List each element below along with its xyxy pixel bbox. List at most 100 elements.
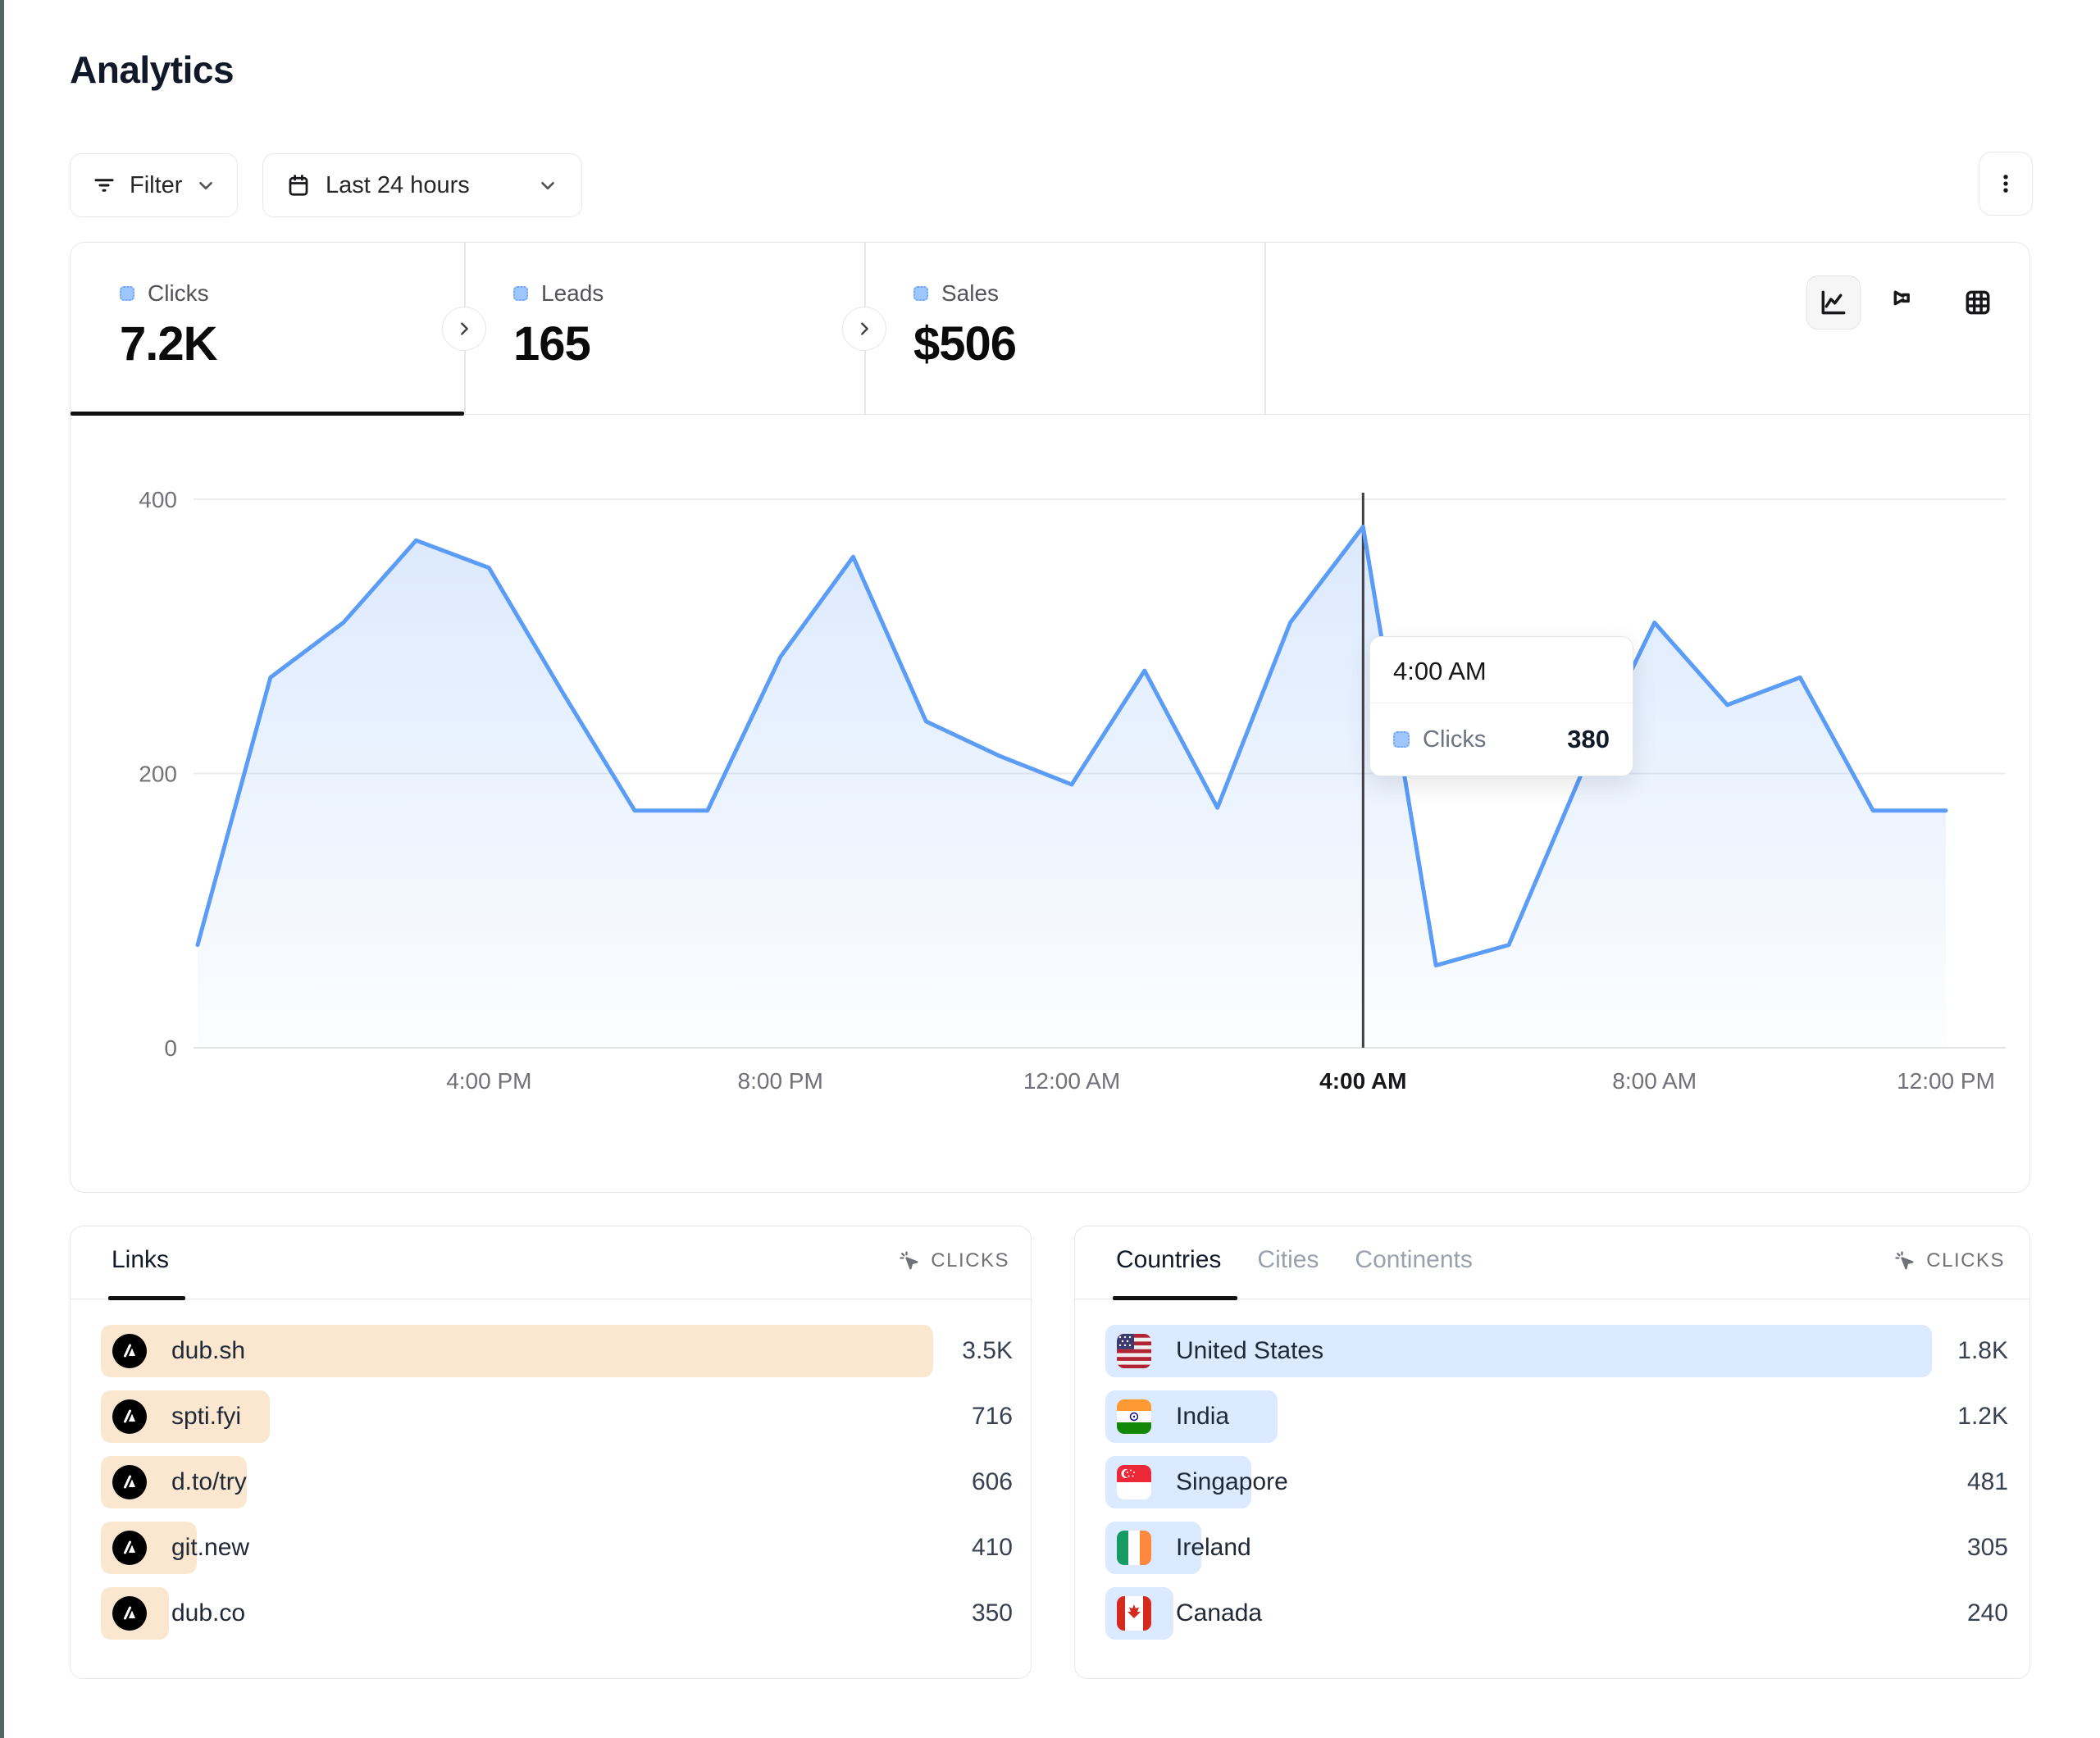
us-flag-icon — [1117, 1334, 1151, 1368]
expand-leads-button[interactable] — [442, 307, 486, 351]
calendar-icon — [286, 173, 311, 198]
dub-logo-icon — [112, 1334, 147, 1368]
tab-clicks[interactable]: Clicks 7.2K — [71, 243, 464, 415]
expand-sales-button[interactable] — [842, 307, 886, 351]
table-view-button[interactable] — [1951, 275, 2005, 330]
countries-panel: Countries Cities Continents CLICKS — [1074, 1226, 2030, 1679]
countries-rows: United States 1.8K India 1.2K — [1105, 1325, 2008, 1653]
metric-label: CLICKS — [1926, 1249, 2005, 1272]
tab-continents[interactable]: Continents — [1355, 1246, 1472, 1274]
chevron-down-icon — [195, 175, 216, 196]
line-chart-view-button[interactable] — [1806, 275, 1861, 330]
country-value: 240 — [1967, 1587, 2008, 1640]
link-label: git.new — [171, 1534, 249, 1562]
country-label: Canada — [1176, 1599, 1262, 1627]
dub-logo-icon — [112, 1596, 147, 1631]
clicks-metric-header[interactable]: CLICKS — [898, 1249, 1009, 1272]
tab-countries[interactable]: Countries — [1116, 1246, 1221, 1274]
country-label: Ireland — [1176, 1534, 1251, 1562]
tab-links[interactable]: Links — [112, 1246, 169, 1274]
page-title: Analytics — [70, 48, 234, 92]
tab-sales[interactable]: Sales $506 — [864, 243, 1264, 415]
analytics-card: Clicks 7.2K Leads 165 Sales $506 — [70, 242, 2030, 1193]
active-tab-underline — [1113, 1296, 1237, 1300]
link-row[interactable]: dub.co 350 — [101, 1587, 1013, 1640]
funnel-view-button[interactable] — [1879, 275, 1933, 330]
india-flag-icon — [1117, 1399, 1151, 1434]
metric-label: CLICKS — [931, 1249, 1009, 1272]
singapore-flag-icon — [1117, 1465, 1151, 1499]
dub-logo-icon — [112, 1399, 147, 1434]
links-rows: dub.sh 3.5K spti.fyi 716 — [101, 1325, 1013, 1653]
svg-text:200: 200 — [139, 762, 177, 787]
cursor-click-icon — [1893, 1249, 1916, 1272]
svg-text:8:00 AM: 8:00 AM — [1612, 1068, 1697, 1094]
stat-value: 7.2K — [120, 316, 464, 371]
more-options-button[interactable] — [1979, 152, 2033, 216]
tab-cities[interactable]: Cities — [1257, 1246, 1319, 1274]
filter-button[interactable]: Filter — [70, 153, 238, 217]
chevron-down-icon — [537, 175, 558, 196]
link-row[interactable]: d.to/try 606 — [101, 1456, 1013, 1508]
canada-flag-icon — [1117, 1596, 1151, 1631]
country-row[interactable]: Ireland 305 — [1105, 1522, 2008, 1574]
link-row[interactable]: dub.sh 3.5K — [101, 1325, 1013, 1377]
link-value: 350 — [972, 1587, 1013, 1640]
ireland-flag-icon — [1117, 1531, 1151, 1565]
svg-text:12:00 AM: 12:00 AM — [1023, 1068, 1120, 1094]
date-range-label: Last 24 hours — [326, 172, 470, 199]
clicks-metric-header[interactable]: CLICKS — [1893, 1249, 2005, 1272]
country-label: India — [1176, 1403, 1229, 1431]
link-label: dub.co — [171, 1599, 245, 1627]
divider — [1264, 243, 1266, 415]
link-value: 716 — [972, 1390, 1013, 1443]
tab-leads[interactable]: Leads 165 — [464, 243, 864, 415]
link-row[interactable]: spti.fyi 716 — [101, 1390, 1013, 1443]
link-row[interactable]: git.new 410 — [101, 1522, 1013, 1574]
kebab-menu-icon — [1994, 172, 2017, 195]
country-label: Singapore — [1176, 1468, 1288, 1496]
dub-logo-icon — [112, 1465, 147, 1499]
leads-legend-chip — [513, 286, 528, 301]
filter-icon — [92, 173, 116, 198]
page-edge-strip — [0, 0, 4, 1738]
cursor-click-icon — [898, 1249, 921, 1272]
analytics-page: Analytics Filter Last 24 hours — [0, 0, 2100, 1738]
tooltip-value: 380 — [1567, 725, 1610, 754]
country-row[interactable]: United States 1.8K — [1105, 1325, 2008, 1377]
country-value: 1.8K — [1957, 1325, 2008, 1377]
line-chart-icon — [1818, 287, 1849, 318]
link-label: d.to/try — [171, 1468, 247, 1496]
funnel-icon — [1890, 287, 1921, 318]
svg-text:4:00 PM: 4:00 PM — [446, 1068, 531, 1094]
link-label: spti.fyi — [171, 1403, 241, 1431]
links-panel-header: Links CLICKS — [71, 1226, 1031, 1299]
tooltip-legend-chip — [1393, 731, 1410, 748]
active-tab-underline — [108, 1296, 185, 1300]
country-value: 305 — [1967, 1522, 2008, 1574]
tooltip-series-label: Clicks — [1423, 726, 1486, 753]
country-value: 1.2K — [1957, 1390, 2008, 1443]
chart-tooltip: 4:00 AM Clicks 380 — [1369, 636, 1633, 776]
country-label: United States — [1176, 1337, 1323, 1365]
svg-text:4:00 AM: 4:00 AM — [1319, 1068, 1406, 1094]
filter-button-label: Filter — [130, 172, 182, 199]
country-row[interactable]: Singapore 481 — [1105, 1456, 2008, 1508]
clicks-area-chart[interactable]: 02004004:00 PM8:00 PM12:00 AM4:00 AM8:00… — [71, 415, 2031, 1194]
stats-row: Clicks 7.2K Leads 165 Sales $506 — [71, 243, 2029, 415]
country-row[interactable]: India 1.2K — [1105, 1390, 2008, 1443]
stat-value: 165 — [513, 316, 864, 371]
clicks-legend-chip — [120, 286, 134, 301]
country-value: 481 — [1967, 1456, 2008, 1508]
country-row[interactable]: Canada 240 — [1105, 1587, 2008, 1640]
svg-text:8:00 PM: 8:00 PM — [738, 1068, 823, 1094]
link-label: dub.sh — [171, 1337, 245, 1365]
stat-label: Clicks — [148, 280, 209, 307]
tooltip-time: 4:00 AM — [1370, 637, 1633, 703]
link-value: 410 — [972, 1522, 1013, 1574]
svg-text:0: 0 — [164, 1035, 177, 1061]
stat-label: Sales — [941, 280, 999, 307]
date-range-button[interactable]: Last 24 hours — [262, 153, 582, 217]
countries-panel-header: Countries Cities Continents CLICKS — [1075, 1226, 2029, 1299]
stat-value: $506 — [913, 316, 1264, 371]
